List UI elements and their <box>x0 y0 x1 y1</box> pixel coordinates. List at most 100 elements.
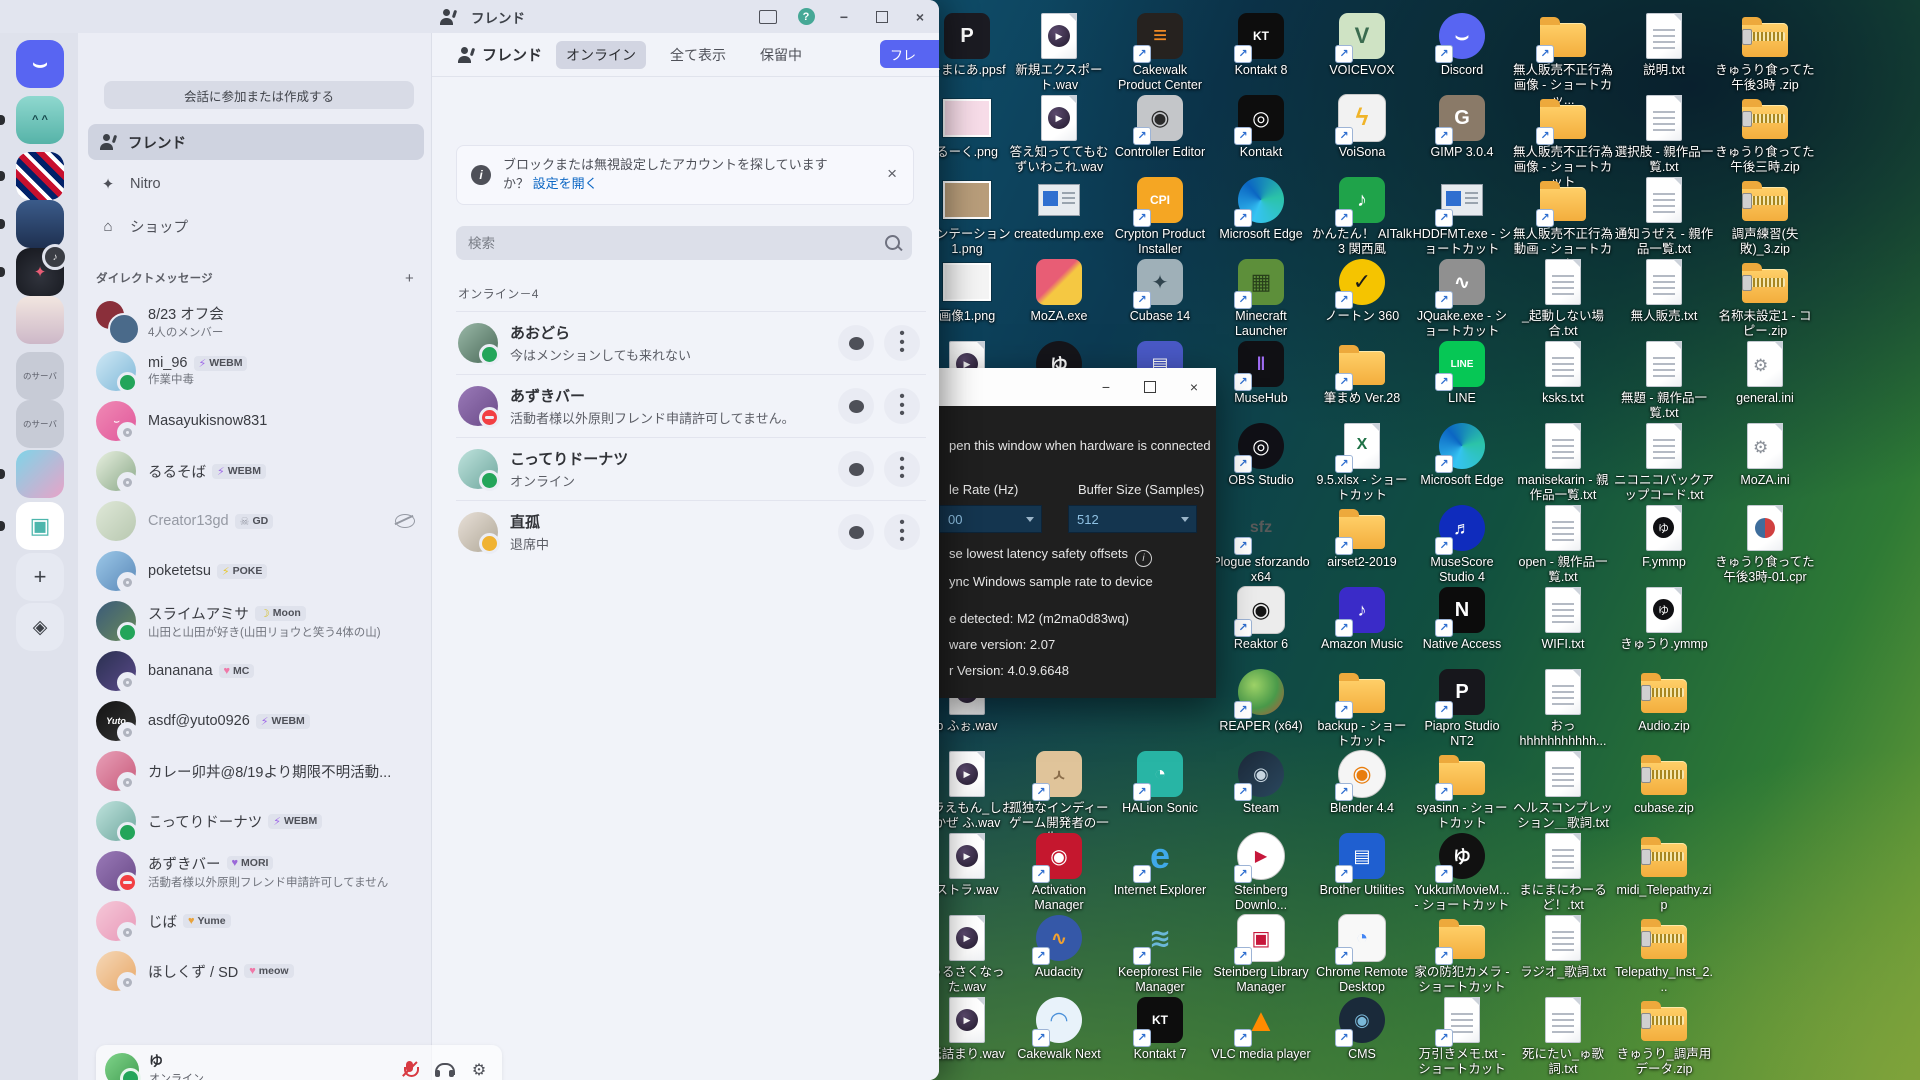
desktop-icon[interactable]: 選択肢 - 親作品一覧.txt <box>1614 94 1714 175</box>
dm-row[interactable]: Yutoasdf@yuto0926⚡WEBM <box>78 696 431 746</box>
desktop-icon[interactable]: MoZA.exe <box>1009 258 1109 324</box>
desktop-icon[interactable]: ♪↗かんたん！ AITalk 3 関西風 <box>1312 176 1412 257</box>
desktop-icon[interactable]: ↗syasinn - ショートカット <box>1412 750 1512 831</box>
desktop-icon[interactable]: KT↗Kontakt 7 <box>1110 996 1210 1062</box>
server-server-gray-1[interactable]: のサーバ <box>16 352 64 400</box>
desktop-icon[interactable]: ラジオ_歌詞.txt <box>1513 914 1613 980</box>
tab-all[interactable]: 全て表示 <box>660 41 736 69</box>
dm-row[interactable]: カレー卯丼@8/19より期限不明活動... <box>78 746 431 796</box>
dm-row[interactable]: こってりドーナツ⚡WEBM <box>78 796 431 846</box>
desktop-icon[interactable]: ▦↗Minecraft Launcher <box>1211 258 1311 339</box>
desktop-icon[interactable]: きゅうり食ってた午後3時 .zip <box>1715 12 1815 93</box>
open-settings-link[interactable]: 設定を開く <box>533 176 598 191</box>
desktop-icon[interactable]: ゆ↗YukkuriMovieM... - ショートカット <box>1412 832 1512 913</box>
desktop-icon[interactable]: ▤↗Brother Utilities <box>1312 832 1412 898</box>
dm-row[interactable]: あずきバー♥MORI活動者様以外原則フレンド申請許可してません。 <box>78 846 431 896</box>
desktop-icon[interactable]: Telepathy_Inst_2... <box>1614 914 1714 995</box>
add-friend-button[interactable]: フレ <box>880 40 939 68</box>
desktop-icon[interactable]: ✓↗ノートン 360 <box>1312 258 1412 324</box>
friend-row[interactable]: あずきバー活動者様以外原則フレンド申請許可してません。••• <box>456 374 926 437</box>
desktop-icon[interactable]: ⚙MoZA.ini <box>1715 422 1815 488</box>
desktop-icon[interactable]: ♪↗Amazon Music <box>1312 586 1412 652</box>
desktop-icon[interactable]: ニコニコバックアップコード.txt <box>1614 422 1714 503</box>
dm-row[interactable]: スライムアミサ☽Moon山田と山田が好き(山田リョウと笑う4体の山) <box>78 596 431 646</box>
desktop-icon[interactable]: N↗Native Access <box>1412 586 1512 652</box>
help-icon[interactable]: ? <box>787 0 825 33</box>
dialog-minimize-button[interactable]: − <box>1084 368 1128 406</box>
desktop-icon[interactable]: 無題 - 親作品一覧.txt <box>1614 340 1714 421</box>
add-server-button[interactable]: + <box>16 553 64 601</box>
desktop-icon[interactable]: ◎↗Kontakt <box>1211 94 1311 160</box>
desktop-icon[interactable]: WIFI.txt <box>1513 586 1613 652</box>
desktop-icon[interactable]: まにまにわーるど！.txt <box>1513 832 1613 913</box>
desktop-icon[interactable]: ♬↗MuseScore Studio 4 <box>1412 504 1512 585</box>
desktop-icon[interactable]: ゆF.ymmp <box>1614 504 1714 570</box>
desktop-icon[interactable]: ◉↗CMS <box>1312 996 1412 1062</box>
user-panel[interactable]: ゆ オンライン ⚙ <box>96 1045 502 1080</box>
server-server-easel[interactable]: ▣ <box>16 502 64 550</box>
desktop-icon[interactable]: e↗Internet Explorer <box>1110 832 1210 898</box>
desktop-icon[interactable]: ✦↗Cubase 14 <box>1110 258 1210 324</box>
desktop-icon[interactable]: 名称未設定1 - コピー.zip <box>1715 258 1815 339</box>
server-server-fireworks[interactable]: ✦♪ <box>16 248 64 296</box>
sidebar-item-shop[interactable]: ⌂ ショップ <box>88 208 424 244</box>
desktop-icon[interactable]: ◉↗Controller Editor <box>1110 94 1210 160</box>
desktop-icon[interactable]: ↗無人販売不正行為画像 - ショートカット <box>1513 94 1613 189</box>
more-options-button[interactable]: ••• <box>884 451 920 487</box>
desktop-icon[interactable]: ◉↗Steam <box>1211 750 1311 816</box>
desktop-icon[interactable]: ▲↗VLC media player <box>1211 996 1311 1062</box>
dm-row[interactable]: Creator13gd☠GD <box>78 496 431 546</box>
friend-row[interactable]: あおどら今はメンションしても来れない••• <box>456 311 926 374</box>
desktop-icon[interactable]: cubase.zip <box>1614 750 1714 816</box>
desktop-icon[interactable]: ↗Microsoft Edge <box>1412 422 1512 488</box>
message-button[interactable] <box>838 451 874 487</box>
desktop-icon[interactable]: ‖↗MuseHub <box>1211 340 1311 406</box>
dm-row[interactable]: るるそば⚡WEBM <box>78 446 431 496</box>
dialog-maximize-button[interactable] <box>1128 368 1172 406</box>
desktop-icon[interactable]: ↗HDDFMT.exe - ショートカット <box>1412 176 1512 257</box>
desktop-icon[interactable]: ϟ↗VoiSona <box>1312 94 1412 160</box>
desktop-icon[interactable]: open - 親作品一覧.txt <box>1513 504 1613 585</box>
message-button[interactable] <box>838 388 874 424</box>
more-options-button[interactable]: ••• <box>884 325 920 361</box>
desktop-icon[interactable]: ↗airset2-2019 <box>1312 504 1412 570</box>
desktop-icon[interactable]: ◉↗Reaktor 6 <box>1211 586 1311 652</box>
desktop-icon[interactable]: ∿↗JQuake.exe - ショートカット <box>1412 258 1512 339</box>
tab-pending[interactable]: 保留中 <box>750 41 812 69</box>
desktop-icon[interactable]: ⚙general.ini <box>1715 340 1815 406</box>
desktop-icon[interactable]: ▶答え知っててもむずいわこれ.wav <box>1009 94 1109 175</box>
desktop-icon[interactable]: ⌣↗Discord <box>1412 12 1512 78</box>
desktop-icon[interactable]: CPI↗Crypton Product Installer <box>1110 176 1210 257</box>
desktop-icon[interactable]: sfz↗Plogue sforzando x64 <box>1211 504 1311 585</box>
desktop-icon[interactable]: 調声練習(失敗)_3.zip <box>1715 176 1815 257</box>
friend-search[interactable] <box>456 226 912 260</box>
desktop-icon[interactable]: P↗Piapro Studio NT2 <box>1412 668 1512 749</box>
dm-row[interactable]: ⌣Masayukisnow831 <box>78 396 431 446</box>
desktop-icon[interactable]: ◎↗OBS Studio <box>1211 422 1311 488</box>
dm-row[interactable]: ほしくず / SD♥meow <box>78 946 431 996</box>
server-discord-home[interactable]: ⌣ <box>16 40 64 88</box>
search-input[interactable] <box>456 226 912 260</box>
desktop-icon[interactable]: ▶新規エクスポート.wav <box>1009 12 1109 93</box>
explore-servers-button[interactable]: ◈ <box>16 603 64 651</box>
desktop-icon[interactable]: ゆきゅうり.ymmp <box>1614 586 1714 652</box>
desktop-icon[interactable]: G↗GIMP 3.0.4 <box>1412 94 1512 160</box>
minimize-button[interactable]: − <box>825 0 863 33</box>
desktop-icon[interactable]: 説明.txt <box>1614 12 1714 78</box>
desktop-icon[interactable]: Audio.zip <box>1614 668 1714 734</box>
server-server-gray-2[interactable]: のサーバ <box>16 400 64 448</box>
desktop-icon[interactable]: X↗9.5.xlsx - ショートカット <box>1312 422 1412 503</box>
sidebar-item-nitro[interactable]: ✦ Nitro <box>88 166 424 202</box>
desktop-icon[interactable]: ↗Microsoft Edge <box>1211 176 1311 242</box>
desktop-icon[interactable]: きゅうり食ってた午後3時-01.cpr <box>1715 504 1815 585</box>
desktop-icon[interactable]: ◔↗HALion Sonic <box>1110 750 1210 816</box>
desktop-icon[interactable]: ◉↗Blender 4.4 <box>1312 750 1412 816</box>
tab-online[interactable]: オンライン <box>556 41 646 69</box>
desktop-icon[interactable]: ↗家の防犯カメラ - ショートカット <box>1412 914 1512 995</box>
desktop-icon[interactable]: ↗万引きメモ.txt - ショートカット <box>1412 996 1512 1077</box>
desktop-icon[interactable]: V↗VOICEVOX <box>1312 12 1412 78</box>
popout-window-icon[interactable] <box>749 0 787 33</box>
dm-row[interactable]: mi_96⚡WEBM作業中毒 <box>78 346 431 396</box>
desktop-icon[interactable]: ▶↗Steinberg Downlo... <box>1211 832 1311 913</box>
desktop-icon[interactable]: ≋↗Keepforest File Manager <box>1110 914 1210 995</box>
